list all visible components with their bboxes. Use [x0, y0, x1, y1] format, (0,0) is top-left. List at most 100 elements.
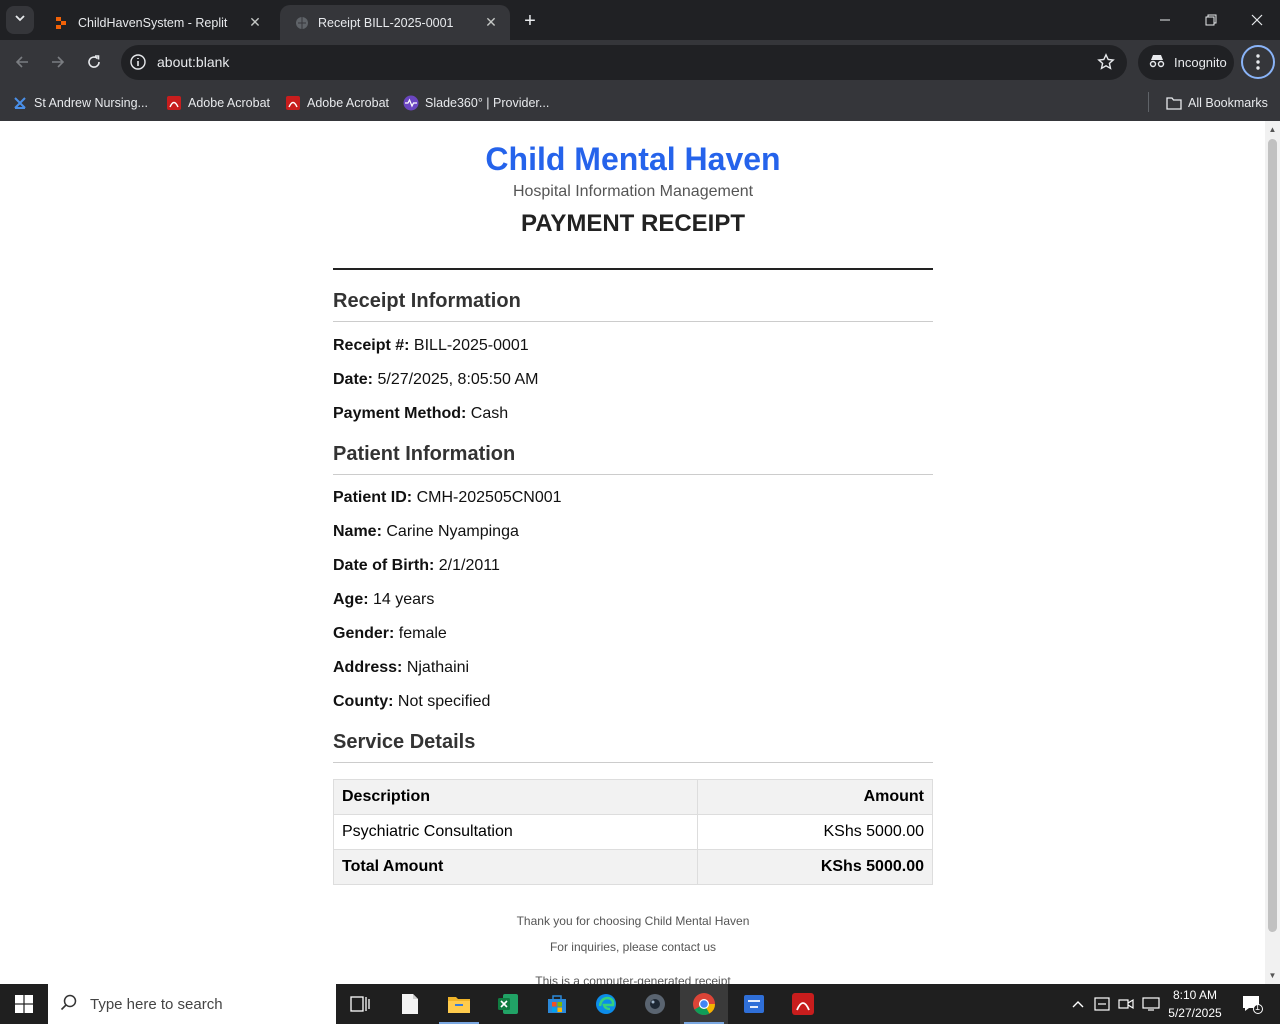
all-bookmarks-button[interactable]: All Bookmarks	[1166, 91, 1268, 115]
tray-app-button[interactable]	[1092, 984, 1112, 1024]
bookmark-label: Adobe Acrobat	[188, 96, 271, 110]
hospital-name: Child Mental Haven	[485, 141, 781, 177]
browser-menu-button[interactable]	[1241, 45, 1275, 79]
field-value: BILL-2025-0001	[413, 337, 529, 354]
file-icon	[402, 994, 418, 1014]
network-button[interactable]	[1140, 984, 1162, 1024]
task-view-icon	[350, 996, 370, 1012]
bookmark-star-icon[interactable]	[1097, 53, 1115, 76]
info-icon[interactable]	[129, 53, 147, 71]
field-value: 14 years	[373, 591, 435, 608]
address-bar[interactable]: about:blank	[121, 45, 1127, 80]
bookmark-label: Adobe Acrobat	[307, 96, 390, 110]
all-bookmarks-label: All Bookmarks	[1188, 96, 1268, 110]
footer-inquiries: For inquiries, please contact us	[549, 940, 717, 954]
file-explorer-taskbar-button[interactable]	[435, 984, 483, 1024]
tab-receipt[interactable]: Receipt BILL-2025-0001 ✕	[280, 5, 510, 40]
new-tab-button[interactable]: +	[518, 9, 542, 33]
reload-button[interactable]	[80, 48, 108, 76]
folder-icon	[448, 997, 470, 1013]
excel-taskbar-button[interactable]	[484, 984, 532, 1024]
meet-now-button[interactable]	[1116, 984, 1136, 1024]
scroll-down-icon[interactable]: ▼	[1268, 971, 1277, 980]
bookmark-item[interactable]: St Andrew Nursing...	[12, 91, 148, 115]
url-text[interactable]: about:blank	[157, 54, 229, 70]
patient-name-field: Name: Carine Nyampinga	[333, 523, 519, 541]
scroll-up-icon[interactable]: ▲	[1268, 125, 1277, 134]
microsoft-store-taskbar-button[interactable]	[533, 984, 581, 1024]
field-value: Cash	[470, 405, 509, 422]
restore-button[interactable]	[1188, 0, 1234, 40]
windows-taskbar: Type here to search 8:10 AM 5/27/2025 1	[0, 984, 1280, 1024]
field-label: County:	[333, 693, 394, 710]
tab-replit[interactable]: ChildHavenSystem - Replit ✕	[40, 5, 274, 40]
service-amount: KShs 5000.00	[697, 814, 933, 850]
bookmark-item[interactable]: Adobe Acrobat	[285, 91, 389, 115]
back-button[interactable]	[8, 48, 36, 76]
chrome-icon	[693, 993, 715, 1015]
edge-taskbar-button[interactable]	[582, 984, 630, 1024]
excel-icon	[498, 994, 518, 1014]
page-scrollbar[interactable]: ▲ ▼	[1265, 121, 1280, 984]
field-label: Receipt #:	[333, 337, 410, 354]
task-view-button[interactable]	[336, 984, 384, 1024]
incognito-indicator[interactable]: Incognito	[1138, 45, 1234, 80]
bookmark-label: Slade360° | Provider...	[425, 96, 550, 110]
total-amount: KShs 5000.00	[697, 849, 933, 885]
chevron-down-icon	[14, 11, 26, 29]
bookmarks-bar: St Andrew Nursing... Adobe Acrobat Adobe…	[0, 85, 1280, 121]
forward-button[interactable]	[44, 48, 72, 76]
table-row: Psychiatric Consultation KShs 5000.00	[333, 814, 933, 850]
browser-toolbar: about:blank Incognito	[0, 40, 1280, 85]
chrome-taskbar-button[interactable]	[680, 984, 728, 1024]
tab-title: ChildHavenSystem - Replit	[78, 15, 228, 30]
gender-field: Gender: female	[333, 625, 447, 643]
field-label: Age:	[333, 591, 369, 608]
reload-icon	[88, 55, 100, 68]
notification-count: 1	[1255, 1002, 1261, 1012]
bookmark-item[interactable]: Slade360° | Provider...	[403, 91, 549, 115]
taskbar-search[interactable]: Type here to search	[48, 984, 336, 1024]
close-tab-icon[interactable]: ✕	[246, 14, 264, 32]
footer-generated-note: This is a computer-generated receipt	[535, 974, 731, 984]
acrobat-taskbar-button[interactable]	[779, 984, 827, 1024]
camera-app-taskbar-button[interactable]	[631, 984, 679, 1024]
minimize-button[interactable]	[1142, 0, 1188, 40]
notepad-taskbar-button[interactable]	[386, 984, 434, 1024]
scrollbar-thumb[interactable]	[1268, 139, 1277, 932]
total-label: Total Amount	[333, 849, 698, 885]
adobe-acrobat-icon	[166, 95, 182, 111]
close-tab-icon[interactable]: ✕	[482, 14, 500, 32]
start-button[interactable]	[0, 984, 48, 1024]
footer-thanks: Thank you for choosing Child Mental Have…	[516, 914, 750, 928]
field-label: Address:	[333, 659, 403, 676]
page-viewport: Child Mental Haven Hospital Information …	[0, 121, 1280, 984]
adobe-acrobat-icon	[792, 993, 814, 1015]
close-window-button[interactable]	[1234, 0, 1280, 40]
field-value: Njathaini	[406, 659, 470, 676]
total-row: Total Amount KShs 5000.00	[333, 849, 933, 885]
column-header-description: Description	[333, 779, 698, 815]
windows-icon	[15, 995, 33, 1013]
video-icon	[1118, 998, 1134, 1010]
tab-title: Receipt BILL-2025-0001	[318, 15, 454, 30]
patient-info-heading: Patient Information	[333, 443, 933, 475]
receipt-number-field: Receipt #: BILL-2025-0001	[333, 337, 529, 355]
bookmark-item[interactable]: Adobe Acrobat	[166, 91, 270, 115]
field-value: 2/1/2011	[438, 557, 500, 574]
network-icon	[1142, 997, 1160, 1011]
system-clock[interactable]: 8:10 AM 5/27/2025	[1162, 986, 1228, 1022]
field-value: 5/27/2025, 8:05:50 AM	[377, 371, 539, 388]
minimize-icon	[1160, 19, 1170, 21]
show-hidden-icons-button[interactable]	[1068, 984, 1088, 1024]
slade360-icon	[403, 95, 419, 111]
receipt-title: PAYMENT RECEIPT	[520, 210, 746, 237]
notification-center-button[interactable]: 1	[1234, 984, 1270, 1024]
patient-id-field: Patient ID: CMH-202505CN001	[333, 489, 562, 507]
tray-app-icon	[1094, 997, 1110, 1011]
bookmarks-divider	[1148, 92, 1149, 112]
tab-search-button[interactable]	[6, 6, 34, 34]
teamviewer-taskbar-button[interactable]	[730, 984, 778, 1024]
search-icon	[60, 993, 78, 1015]
app-window-icon	[744, 995, 764, 1013]
